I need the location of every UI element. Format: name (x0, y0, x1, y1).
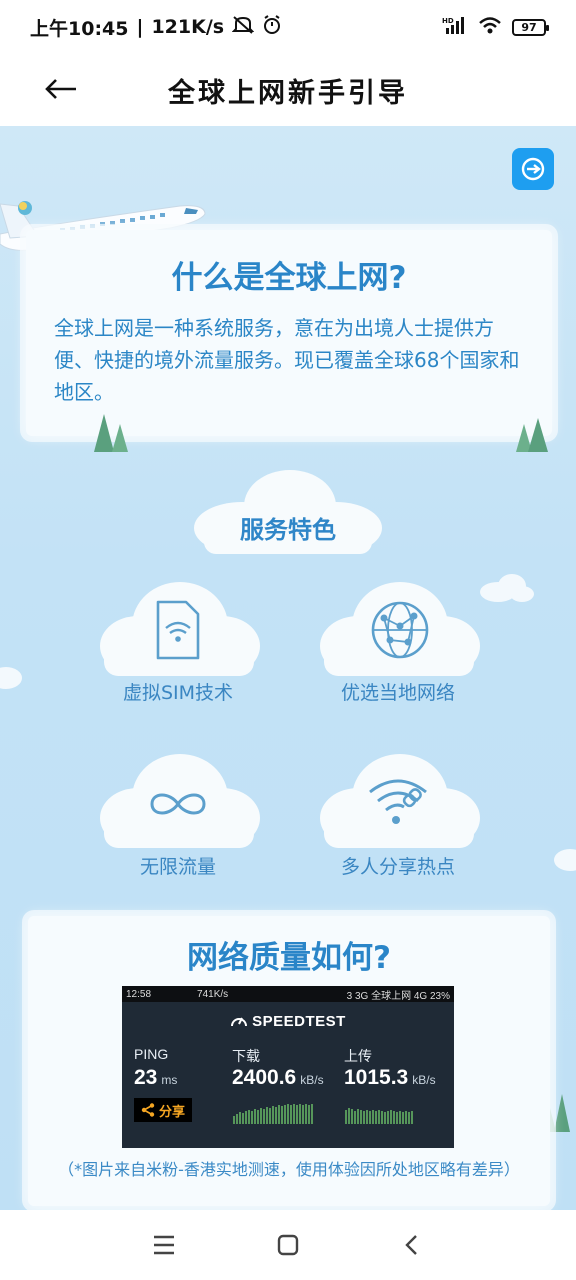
speedtest-status-bar: 12:58 741K/s 3 3G 全球上网 4G 23% (122, 986, 454, 1002)
ping-unit: ms (161, 1073, 178, 1087)
feature-label-hotspot: 多人分享热点 (340, 856, 455, 878)
home-button[interactable] (268, 1228, 308, 1262)
gauge-icon (231, 1017, 248, 1027)
share-icon (521, 157, 545, 181)
feature-label-unlimited: 无限流量 (139, 856, 216, 878)
upload-label: 上传 (344, 1048, 372, 1064)
download-value: 2400.6 (232, 1066, 297, 1089)
speedtest-status-info: 741K/s (197, 988, 229, 1000)
page-title: 全球上网新手引导 (168, 77, 408, 109)
speedtest-screenshot: 12:58 741K/s 3 3G 全球上网 4G 23% SPEEDTEST … (122, 986, 454, 1148)
app-header: 全球上网新手引导 (0, 54, 576, 126)
upload-graph (345, 1108, 413, 1124)
quality-note: （*图片来自米粉-香港实地测速，使用体验因所处地区略有差异） (58, 1160, 520, 1179)
download-label: 下载 (232, 1048, 260, 1064)
speedtest-logo: SPEEDTEST (122, 1012, 454, 1030)
cloud-decoration (0, 667, 22, 689)
globe-network-icon (371, 601, 429, 659)
quality-title: 网络质量如何? (187, 940, 391, 976)
nav-back-icon (405, 1235, 417, 1255)
system-nav-bar (0, 1210, 576, 1280)
tree-illustration (516, 418, 548, 452)
infinity-icon (150, 793, 206, 815)
status-divider: | (136, 16, 144, 38)
feature-label-sim: 虚拟SIM技术 (122, 682, 234, 704)
upload-value-group: 1015.3 kB/s (344, 1066, 436, 1090)
status-speed: 121K/s (151, 16, 225, 38)
svg-text:HD: HD (442, 17, 454, 25)
status-bar: 上午10:45 | 121K/s HD 97 (0, 0, 576, 54)
tree-illustration (94, 414, 128, 452)
ping-value: 23 (134, 1066, 158, 1089)
guide-content[interactable]: 什么是全球上网? 全球上网是一种系统服务，意在为出境人士提供方便、快捷的境外流量… (0, 126, 576, 1210)
battery-icon: 97 (512, 18, 549, 36)
feature-label-network: 优选当地网络 (340, 682, 455, 704)
download-unit: kB/s (300, 1073, 324, 1087)
features-heading: 服务特色 (240, 516, 336, 544)
ping-label: PING (134, 1046, 169, 1062)
download-graph (233, 1104, 313, 1124)
share-button[interactable] (512, 148, 554, 190)
nav-back-button[interactable] (392, 1228, 432, 1262)
home-square-icon (277, 1234, 299, 1256)
speedtest-logo-text: SPEEDTEST (252, 1013, 346, 1030)
intro-body: 全球上网是一种系统服务，意在为出境人士提供方便、快捷的境外流量服务。现已覆盖全球… (54, 316, 520, 404)
upload-value: 1015.3 (344, 1066, 409, 1089)
menu-button[interactable] (144, 1228, 184, 1262)
cloud-decoration (554, 849, 576, 871)
download-value-group: 2400.6 kB/s (232, 1066, 324, 1090)
status-right: HD 97 (442, 16, 549, 38)
status-time: 上午10:45 (30, 17, 129, 40)
speedtest-status-right: 3 3G 全球上网 4G 23% (346, 990, 450, 1002)
ping-value-group: 23 ms (134, 1066, 177, 1090)
intro-card: 什么是全球上网? 全球上网是一种系统服务，意在为出境人士提供方便、快捷的境外流量… (26, 230, 552, 436)
wifi-share-icon (369, 779, 427, 824)
sim-card-icon (156, 600, 200, 660)
cloud-decoration (480, 574, 534, 602)
wifi-icon (478, 16, 502, 38)
share-nodes-icon (141, 1103, 155, 1117)
status-left: 上午10:45 | 121K/s (30, 14, 282, 41)
back-button[interactable] (36, 64, 86, 114)
quality-card: 网络质量如何? 12:58 741K/s 3 3G 全球上网 4G 23% SP… (28, 916, 550, 1206)
mute-icon (231, 15, 255, 40)
alarm-icon (262, 14, 282, 40)
back-arrow-icon (45, 79, 76, 99)
speedtest-status-time: 12:58 (126, 988, 152, 1000)
signal-icon: HD (442, 16, 468, 38)
speedtest-share-label: 分享 (158, 1103, 185, 1119)
upload-unit: kB/s (412, 1073, 436, 1087)
menu-icon (154, 1235, 174, 1255)
intro-title: 什么是全球上网? (171, 260, 407, 296)
speedtest-share-button: 分享 (134, 1098, 192, 1122)
